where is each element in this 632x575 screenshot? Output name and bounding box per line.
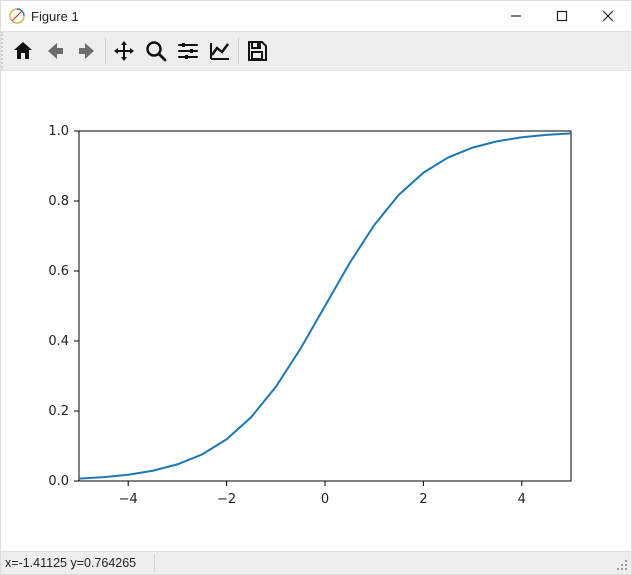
resize-grip-icon[interactable] xyxy=(617,560,629,572)
back-button[interactable] xyxy=(39,35,71,67)
figure-canvas[interactable]: −4 −2 0 2 4 0.0 0.2 0.4 0.6 0.8 1.0 xyxy=(1,71,631,551)
edit-axes-button[interactable] xyxy=(204,35,236,67)
svg-text:0.0: 0.0 xyxy=(48,474,69,489)
svg-text:0.8: 0.8 xyxy=(48,194,69,209)
plot-area: −4 −2 0 2 4 0.0 0.2 0.4 0.6 0.8 1.0 xyxy=(1,71,631,554)
svg-text:0.6: 0.6 xyxy=(48,264,69,279)
cursor-coordinates: x=-1.41125 y=0.764265 xyxy=(5,556,136,570)
maximize-button[interactable] xyxy=(539,1,585,31)
pan-button[interactable] xyxy=(108,35,140,67)
zoom-button[interactable] xyxy=(140,35,172,67)
svg-text:0: 0 xyxy=(321,492,329,507)
title-bar: Figure 1 xyxy=(1,1,631,31)
svg-text:0.4: 0.4 xyxy=(48,334,69,349)
svg-text:1.0: 1.0 xyxy=(48,124,69,139)
close-button[interactable] xyxy=(585,1,631,31)
svg-text:2: 2 xyxy=(419,492,427,507)
svg-text:4: 4 xyxy=(518,492,526,507)
forward-button[interactable] xyxy=(71,35,103,67)
window-title: Figure 1 xyxy=(31,9,79,24)
svg-text:−4: −4 xyxy=(119,492,138,507)
toolbar-separator xyxy=(238,38,239,64)
home-button[interactable] xyxy=(7,35,39,67)
window: Figure 1 xyxy=(0,0,632,575)
app-icon xyxy=(9,8,25,24)
minimize-button[interactable] xyxy=(493,1,539,31)
svg-text:−2: −2 xyxy=(217,492,236,507)
statusbar-separator xyxy=(154,554,155,572)
svg-text:0.2: 0.2 xyxy=(48,404,69,419)
status-bar: x=-1.41125 y=0.764265 xyxy=(1,551,631,574)
save-button[interactable] xyxy=(241,35,273,67)
toolbar xyxy=(1,31,631,71)
configure-subplots-button[interactable] xyxy=(172,35,204,67)
toolbar-separator xyxy=(105,38,106,64)
